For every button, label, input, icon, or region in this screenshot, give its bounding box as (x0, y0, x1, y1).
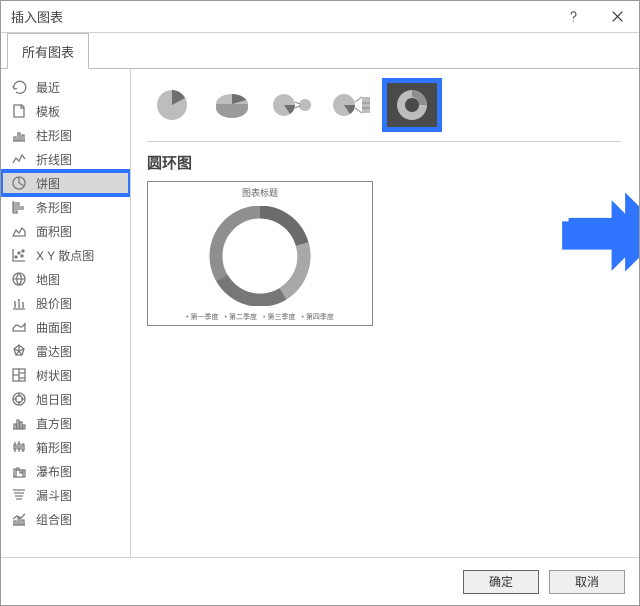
bar-of-pie-icon (330, 86, 374, 124)
preview-legend: 第一季度 第二季度 第三季度 第四季度 (186, 312, 334, 325)
sidebar-item-label: 面积图 (36, 223, 72, 240)
sidebar-item-label: X Y 散点图 (36, 247, 94, 264)
sidebar-item-histogram[interactable]: 直方图 (1, 411, 130, 435)
tab-all-charts[interactable]: 所有图表 (7, 33, 89, 69)
sidebar-item-scatter[interactable]: X Y 散点图 (1, 243, 130, 267)
surface-chart-icon (11, 319, 27, 335)
sidebar-item-label: 模板 (36, 103, 60, 120)
titlebar: 插入图表 (1, 1, 639, 33)
sidebar-item-area[interactable]: 面积图 (1, 219, 130, 243)
stock-chart-icon (11, 295, 27, 311)
sidebar-item-label: 最近 (36, 79, 60, 96)
cancel-button[interactable]: 取消 (549, 570, 625, 594)
sidebar-item-label: 雷达图 (36, 343, 72, 360)
insert-chart-dialog: 插入图表 所有图表 最近 模板 柱形图 折线图 (0, 0, 640, 606)
sidebar-item-label: 直方图 (36, 415, 72, 432)
subtype-doughnut[interactable] (387, 83, 437, 127)
legend-item: 第四季度 (301, 312, 333, 322)
sidebar-item-recent[interactable]: 最近 (1, 75, 130, 99)
sidebar-item-label: 组合图 (36, 511, 72, 528)
sidebar-item-label: 饼图 (36, 175, 60, 192)
waterfall-chart-icon (11, 463, 27, 479)
recent-icon (11, 79, 27, 95)
sidebar-item-label: 折线图 (36, 151, 72, 168)
sidebar-item-label: 曲面图 (36, 319, 72, 336)
radar-chart-icon (11, 343, 27, 359)
sidebar-item-label: 地图 (36, 271, 60, 288)
sidebar-item-pie[interactable]: 饼图 (1, 171, 130, 195)
pie-of-pie-icon (270, 86, 314, 124)
sidebar-item-sunburst[interactable]: 旭日图 (1, 387, 130, 411)
sidebar-item-label: 条形图 (36, 199, 72, 216)
main-panel: 圆环图 图表标题 第一季度 第二季度 第三季度 第四季度 (131, 69, 639, 557)
subtype-heading: 圆环图 (147, 152, 621, 173)
column-chart-icon (11, 127, 27, 143)
ok-button[interactable]: 确定 (463, 570, 539, 594)
sidebar-item-funnel[interactable]: 漏斗图 (1, 483, 130, 507)
pie-chart-icon (11, 175, 27, 191)
line-chart-icon (11, 151, 27, 167)
legend-item: 第三季度 (263, 312, 295, 322)
area-chart-icon (11, 223, 27, 239)
subtype-3d-pie[interactable] (207, 83, 257, 127)
dialog-footer: 确定 取消 (1, 557, 639, 605)
sidebar-item-waterfall[interactable]: 瀑布图 (1, 459, 130, 483)
sidebar-item-label: 瀑布图 (36, 463, 72, 480)
dialog-title: 插入图表 (11, 7, 551, 26)
dialog-body: 最近 模板 柱形图 折线图 饼图 条形图 (1, 69, 639, 557)
preview-chart-graphic (205, 199, 315, 312)
sidebar-item-surface[interactable]: 曲面图 (1, 315, 130, 339)
tabstrip: 所有图表 (1, 33, 639, 69)
sidebar-item-label: 漏斗图 (36, 487, 72, 504)
pie-subtype-row (147, 79, 621, 142)
histogram-chart-icon (11, 415, 27, 431)
sidebar-item-line[interactable]: 折线图 (1, 147, 130, 171)
doughnut-icon (390, 86, 434, 124)
combo-chart-icon (11, 511, 27, 527)
chart-category-sidebar: 最近 模板 柱形图 折线图 饼图 条形图 (1, 69, 131, 557)
box-whisker-chart-icon (11, 439, 27, 455)
pie-3d-icon (210, 86, 254, 124)
close-button[interactable] (595, 2, 639, 32)
map-chart-icon (11, 271, 27, 287)
sidebar-item-bar[interactable]: 条形图 (1, 195, 130, 219)
subtype-pie[interactable] (147, 83, 197, 127)
sidebar-item-templates[interactable]: 模板 (1, 99, 130, 123)
subtype-pie-of-pie[interactable] (267, 83, 317, 127)
sidebar-item-label: 股价图 (36, 295, 72, 312)
sidebar-item-column[interactable]: 柱形图 (1, 123, 130, 147)
legend-item: 第二季度 (225, 312, 257, 322)
sidebar-item-label: 树状图 (36, 367, 72, 384)
sidebar-item-map[interactable]: 地图 (1, 267, 130, 291)
sidebar-item-combo[interactable]: 组合图 (1, 507, 130, 531)
template-icon (11, 103, 27, 119)
close-icon (611, 10, 624, 23)
chart-preview[interactable]: 图表标题 第一季度 第二季度 第三季度 第四季度 (147, 181, 373, 326)
preview-title: 图表标题 (242, 186, 278, 199)
sidebar-item-label: 旭日图 (36, 391, 72, 408)
subtype-bar-of-pie[interactable] (327, 83, 377, 127)
sidebar-item-boxwhisker[interactable]: 箱形图 (1, 435, 130, 459)
callout-arrow-icon (561, 187, 639, 287)
treemap-chart-icon (11, 367, 27, 383)
help-icon (567, 10, 580, 23)
sidebar-item-radar[interactable]: 雷达图 (1, 339, 130, 363)
funnel-chart-icon (11, 487, 27, 503)
sidebar-item-label: 柱形图 (36, 127, 72, 144)
help-button[interactable] (551, 2, 595, 32)
sidebar-item-stock[interactable]: 股价图 (1, 291, 130, 315)
sunburst-chart-icon (11, 391, 27, 407)
legend-item: 第一季度 (186, 312, 218, 322)
bar-chart-icon (11, 199, 27, 215)
sidebar-item-treemap[interactable]: 树状图 (1, 363, 130, 387)
pie-icon (150, 86, 194, 124)
sidebar-item-label: 箱形图 (36, 439, 72, 456)
scatter-chart-icon (11, 247, 27, 263)
